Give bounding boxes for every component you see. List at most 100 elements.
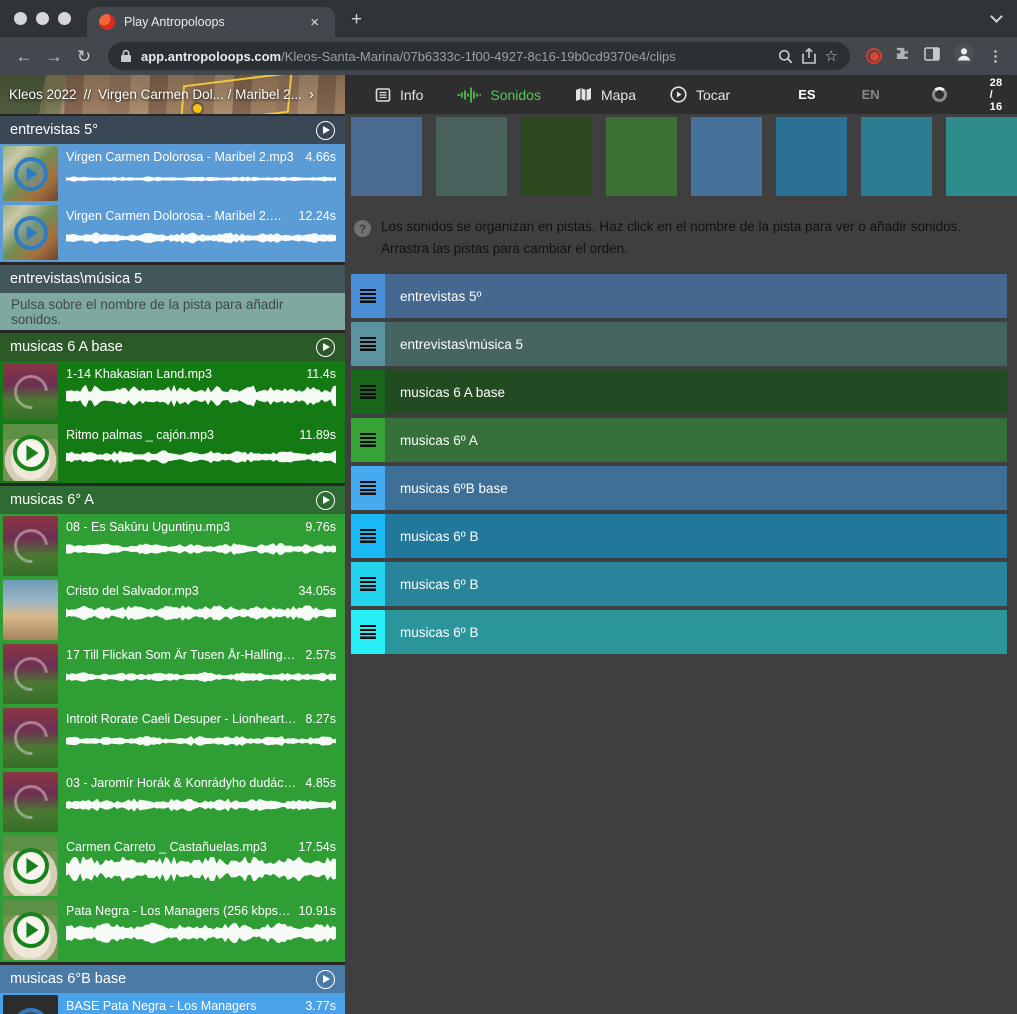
clip-play-button[interactable] bbox=[14, 1008, 48, 1014]
track-color-swatch[interactable] bbox=[436, 117, 507, 196]
clip-row[interactable]: Ritmo palmas _ cajón.mp311.89s bbox=[0, 422, 345, 483]
lock-icon[interactable] bbox=[120, 49, 132, 63]
language-en-button[interactable]: EN bbox=[862, 87, 880, 102]
zoom-icon[interactable] bbox=[778, 49, 793, 64]
track-name-button[interactable]: musicas 6º B bbox=[385, 514, 1007, 558]
section-play-button[interactable] bbox=[316, 970, 335, 989]
clip-play-button[interactable] bbox=[13, 848, 49, 884]
bookmark-star-icon[interactable]: ☆ bbox=[825, 47, 838, 65]
share-icon[interactable] bbox=[802, 48, 816, 64]
track-row[interactable]: musicas 6º B bbox=[351, 610, 1007, 654]
clip-loading-ring-icon[interactable] bbox=[7, 714, 55, 762]
track-drag-handle-icon[interactable] bbox=[351, 418, 385, 462]
section-play-button[interactable] bbox=[316, 338, 335, 357]
clip-loading-ring-icon[interactable] bbox=[7, 522, 55, 570]
clip-loading-ring-icon[interactable] bbox=[7, 778, 55, 826]
back-button[interactable]: ← bbox=[10, 48, 38, 65]
track-drag-handle-icon[interactable] bbox=[351, 562, 385, 606]
clip-thumbnail[interactable] bbox=[3, 424, 58, 481]
window-controls[interactable] bbox=[0, 12, 87, 37]
track-color-swatch[interactable] bbox=[861, 117, 932, 196]
address-bar[interactable]: app.antropoloops.com/Kleos-Santa-Marina/… bbox=[108, 42, 850, 70]
clip-row[interactable]: Pata Negra - Los Managers (256 kbps).mp3… bbox=[0, 898, 345, 962]
track-color-swatch[interactable] bbox=[606, 117, 677, 196]
clip-row[interactable]: Introit Rorate Caeli Desuper - Lionheart… bbox=[0, 706, 345, 770]
nav-item-sonidos[interactable]: Sonidos bbox=[457, 87, 541, 103]
clip-row[interactable]: BASE Pata Negra - Los Managers3.77s bbox=[0, 993, 345, 1014]
clip-thumbnail[interactable] bbox=[3, 205, 58, 260]
track-section-header[interactable]: musicas 6 A base bbox=[0, 333, 345, 361]
track-row[interactable]: musicas 6º B bbox=[351, 514, 1007, 558]
clip-row[interactable]: 03 - Jaromír Horák & Konrádyho dudácká .… bbox=[0, 770, 345, 834]
track-color-swatch[interactable] bbox=[521, 117, 592, 196]
clip-thumbnail[interactable] bbox=[3, 580, 58, 640]
clip-thumbnail[interactable] bbox=[3, 900, 58, 960]
track-name-button[interactable]: entrevistas\música 5 bbox=[385, 322, 1007, 366]
clip-row[interactable]: 17 Till Flickan Som Är Tusen År-Halling … bbox=[0, 642, 345, 706]
clip-loading-ring-icon[interactable] bbox=[7, 650, 55, 698]
track-row[interactable]: musicas 6ºB base bbox=[351, 466, 1007, 510]
track-drag-handle-icon[interactable] bbox=[351, 514, 385, 558]
url-text[interactable]: app.antropoloops.com/Kleos-Santa-Marina/… bbox=[141, 49, 769, 64]
clip-row[interactable]: Carmen Carreto _ Castañuelas.mp317.54s bbox=[0, 834, 345, 898]
tab-search-chevron-icon[interactable] bbox=[990, 10, 1003, 23]
clip-thumbnail[interactable] bbox=[3, 772, 58, 832]
track-name-button[interactable]: musicas 6º A bbox=[385, 418, 1007, 462]
browser-menu-icon[interactable]: ⋮ bbox=[988, 47, 1003, 65]
nav-item-info[interactable]: Info bbox=[375, 87, 423, 103]
section-play-button[interactable] bbox=[316, 121, 335, 140]
breadcrumb-project[interactable]: Kleos 2022 bbox=[9, 87, 77, 102]
clip-thumbnail[interactable] bbox=[3, 146, 58, 201]
track-drag-handle-icon[interactable] bbox=[351, 370, 385, 414]
track-row[interactable]: entrevistas 5º bbox=[351, 274, 1007, 318]
track-drag-handle-icon[interactable] bbox=[351, 610, 385, 654]
forward-button[interactable]: → bbox=[40, 48, 68, 65]
clip-thumbnail[interactable] bbox=[3, 708, 58, 768]
browser-tab[interactable]: Play Antropoloops × bbox=[87, 7, 335, 37]
window-maximize-button[interactable] bbox=[58, 12, 71, 25]
track-row[interactable]: musicas 6 A base bbox=[351, 370, 1007, 414]
new-tab-button[interactable]: + bbox=[351, 9, 362, 31]
track-section-header[interactable]: entrevistas 5° bbox=[0, 116, 345, 144]
track-drag-handle-icon[interactable] bbox=[351, 274, 385, 318]
track-name-button[interactable]: musicas 6º B bbox=[385, 562, 1007, 606]
track-name-button[interactable]: musicas 6 A base bbox=[385, 370, 1007, 414]
track-row[interactable]: entrevistas\música 5 bbox=[351, 322, 1007, 366]
browser-profile-avatar[interactable] bbox=[953, 43, 975, 70]
side-panel-icon[interactable] bbox=[924, 47, 940, 66]
clip-row[interactable]: 08 - Es Sakūru Uguntiņu.mp39.76s bbox=[0, 514, 345, 578]
clip-thumbnail[interactable] bbox=[3, 516, 58, 576]
section-play-button[interactable] bbox=[316, 491, 335, 510]
clip-row[interactable]: 1-14 Khakasian Land.mp311.4s bbox=[0, 361, 345, 422]
track-color-swatch[interactable] bbox=[776, 117, 847, 196]
clip-thumbnail[interactable] bbox=[3, 363, 58, 420]
clip-play-button[interactable] bbox=[13, 912, 49, 948]
clip-row[interactable]: Virgen Carmen Dolorosa - Maribel 2.mp34.… bbox=[0, 144, 345, 203]
track-row[interactable]: musicas 6º A bbox=[351, 418, 1007, 462]
track-drag-handle-icon[interactable] bbox=[351, 322, 385, 366]
track-row[interactable]: musicas 6º B bbox=[351, 562, 1007, 606]
track-name-button[interactable]: musicas 6ºB base bbox=[385, 466, 1007, 510]
clip-thumbnail[interactable] bbox=[3, 836, 58, 896]
record-extension-icon[interactable] bbox=[866, 48, 882, 64]
clip-play-button[interactable] bbox=[14, 157, 48, 191]
reload-button[interactable]: ↻ bbox=[70, 48, 98, 65]
track-section-header[interactable]: entrevistas\música 5 bbox=[0, 265, 345, 293]
tab-close-icon[interactable]: × bbox=[306, 13, 323, 32]
track-name-button[interactable]: musicas 6º B bbox=[385, 610, 1007, 654]
clip-play-button[interactable] bbox=[13, 435, 49, 471]
track-color-swatch[interactable] bbox=[691, 117, 762, 196]
track-section-header[interactable]: musicas 6° A bbox=[0, 486, 345, 514]
clip-row[interactable]: Cristo del Salvador.mp334.05s bbox=[0, 578, 345, 642]
clip-loading-ring-icon[interactable] bbox=[7, 368, 55, 416]
track-color-swatch[interactable] bbox=[946, 117, 1017, 196]
track-drag-handle-icon[interactable] bbox=[351, 466, 385, 510]
track-name-button[interactable]: entrevistas 5º bbox=[385, 274, 1007, 318]
window-close-button[interactable] bbox=[14, 12, 27, 25]
extensions-puzzle-icon[interactable] bbox=[895, 46, 911, 67]
breadcrumb-map-banner[interactable]: Kleos 2022 // Virgen Carmen Dol... / Mar… bbox=[0, 75, 345, 114]
track-section-header[interactable]: musicas 6°B base bbox=[0, 965, 345, 993]
track-color-swatch[interactable] bbox=[351, 117, 422, 196]
nav-item-mapa[interactable]: Mapa bbox=[575, 87, 636, 103]
nav-item-tocar[interactable]: Tocar bbox=[670, 86, 730, 103]
